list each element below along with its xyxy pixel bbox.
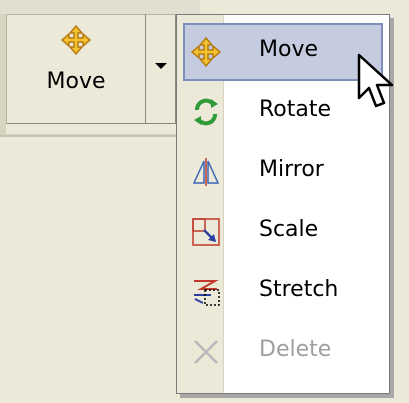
menu-item-label: Move [259,37,318,62]
delete-icon [191,337,221,367]
menu-item-mirror[interactable]: Mirror [183,143,383,201]
menu-item-label: Mirror [259,157,324,182]
move-dropdown-button[interactable] [146,14,176,124]
mouse-cursor-icon [356,52,400,114]
stretch-icon [191,277,221,307]
menu-item-rotate[interactable]: Rotate [183,83,383,141]
menu-item-label: Delete [259,337,332,362]
menu-item-stretch[interactable]: Stretch [183,263,383,321]
menu-item-label: Stretch [259,277,339,302]
menu-item-label: Rotate [259,97,332,122]
menu-item-label: Scale [259,217,319,242]
move-icon [60,24,92,56]
move-icon [190,36,222,68]
rotate-icon [191,97,221,127]
menu-item-delete: Delete [183,323,383,381]
mirror-icon [191,157,221,187]
dropdown-arrow-icon [155,63,167,69]
menu-item-scale[interactable]: Scale [183,203,383,261]
scale-icon [191,217,221,247]
toolbar-divider [0,134,190,137]
move-button[interactable]: Move [6,14,146,124]
toolbar-strip [0,0,200,15]
menu-item-move[interactable]: Move [183,23,383,81]
move-button-label: Move [46,69,106,94]
